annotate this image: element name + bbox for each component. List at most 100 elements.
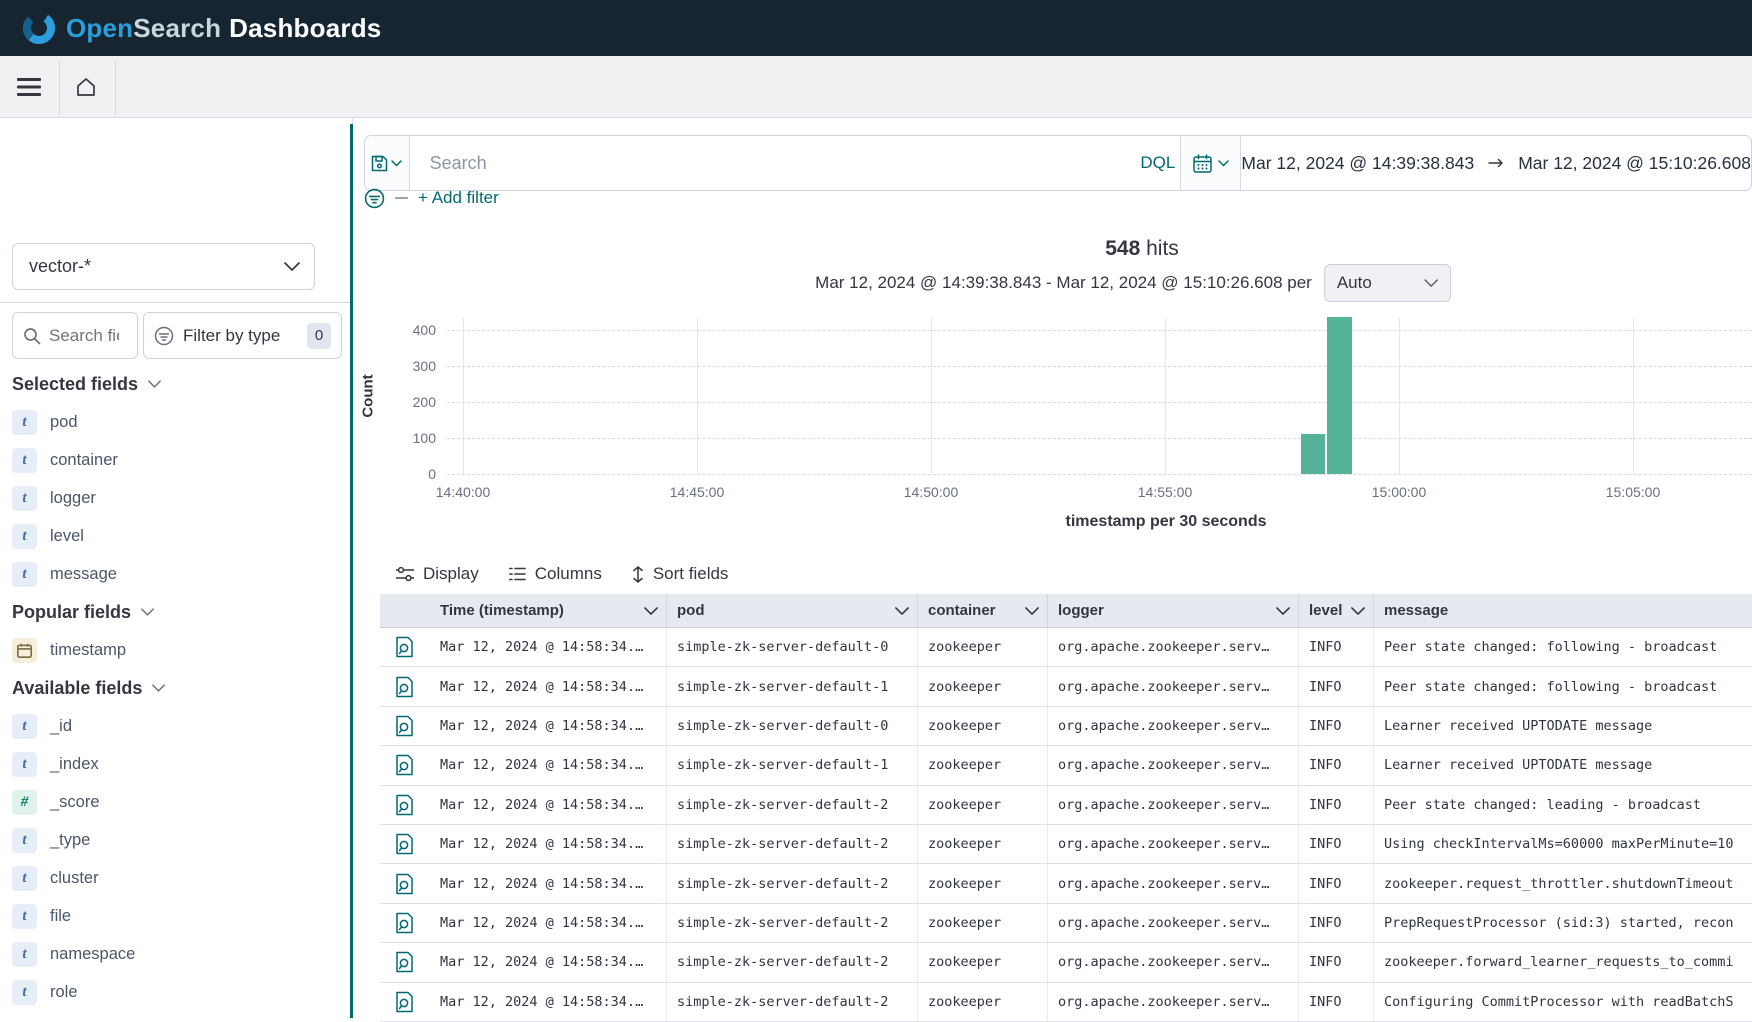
date-to[interactable]: Mar 12, 2024 @ 15:10:26.608: [1518, 153, 1751, 174]
cell-time[interactable]: Mar 12, 2024 @ 14:58:34.…: [430, 786, 667, 824]
field-item-message[interactable]: tmessage: [0, 555, 353, 593]
table-header-logger[interactable]: logger: [1048, 594, 1299, 627]
field-search[interactable]: [12, 312, 138, 359]
cell-logger[interactable]: org.apache.zookeeper.serv…: [1048, 707, 1299, 745]
expand-row-button[interactable]: [391, 988, 419, 1016]
table-header-time--timestamp-[interactable]: Time (timestamp): [430, 594, 667, 627]
cell-logger[interactable]: org.apache.zookeeper.serv…: [1048, 628, 1299, 666]
histogram-bar[interactable]: [1301, 434, 1325, 474]
cell-logger[interactable]: org.apache.zookeeper.serv…: [1048, 825, 1299, 863]
cell-message[interactable]: zookeeper.forward_learner_requests_to_co…: [1374, 943, 1752, 981]
cell-logger[interactable]: org.apache.zookeeper.serv…: [1048, 864, 1299, 902]
cell-container[interactable]: zookeeper: [918, 983, 1048, 1021]
expand-row-button[interactable]: [391, 830, 419, 858]
sort-fields-button[interactable]: Sort fields: [632, 564, 729, 584]
cell-logger[interactable]: org.apache.zookeeper.serv…: [1048, 983, 1299, 1021]
cell-message[interactable]: Peer state changed: following - broadcas…: [1374, 667, 1752, 705]
section-popular-fields[interactable]: Popular fields: [0, 593, 353, 631]
cell-level[interactable]: INFO: [1299, 983, 1374, 1021]
index-pattern-select[interactable]: vector-*: [12, 243, 315, 290]
cell-time[interactable]: Mar 12, 2024 @ 14:58:34.…: [430, 983, 667, 1021]
interval-select[interactable]: Auto: [1324, 264, 1451, 302]
field-item-file[interactable]: tfile: [0, 897, 353, 935]
cell-container[interactable]: zookeeper: [918, 943, 1048, 981]
cell-level[interactable]: INFO: [1299, 904, 1374, 942]
datepicker-button[interactable]: [1180, 136, 1241, 190]
cell-pod[interactable]: simple-zk-server-default-2: [667, 904, 918, 942]
field-search-input[interactable]: [49, 326, 119, 346]
table-header-container[interactable]: container: [918, 594, 1048, 627]
cell-time[interactable]: Mar 12, 2024 @ 14:58:34.…: [430, 864, 667, 902]
table-header-pod[interactable]: pod: [667, 594, 918, 627]
cell-container[interactable]: zookeeper: [918, 864, 1048, 902]
expand-row-button[interactable]: [391, 791, 419, 819]
field-item-_score[interactable]: #_score: [0, 783, 353, 821]
field-item-level[interactable]: tlevel: [0, 517, 353, 555]
expand-row-button[interactable]: [391, 870, 419, 898]
cell-level[interactable]: INFO: [1299, 707, 1374, 745]
cell-level[interactable]: INFO: [1299, 825, 1374, 863]
expand-row-button[interactable]: [391, 948, 419, 976]
cell-container[interactable]: zookeeper: [918, 825, 1048, 863]
date-from[interactable]: Mar 12, 2024 @ 14:39:38.843: [1241, 153, 1474, 174]
field-item-_type[interactable]: t_type: [0, 821, 353, 859]
cell-message[interactable]: Learner received UPTODATE message: [1374, 707, 1752, 745]
cell-time[interactable]: Mar 12, 2024 @ 14:58:34.…: [430, 746, 667, 784]
cell-pod[interactable]: simple-zk-server-default-2: [667, 983, 918, 1021]
cell-time[interactable]: Mar 12, 2024 @ 14:58:34.…: [430, 825, 667, 863]
field-item-timestamp[interactable]: timestamp: [0, 631, 353, 669]
cell-logger[interactable]: org.apache.zookeeper.serv…: [1048, 943, 1299, 981]
cell-message[interactable]: PrepRequestProcessor (sid:3) started, re…: [1374, 904, 1752, 942]
filter-by-type-button[interactable]: Filter by type 0: [143, 312, 342, 359]
cell-message[interactable]: Peer state changed: following - broadcas…: [1374, 628, 1752, 666]
add-filter-button[interactable]: + Add filter: [418, 188, 499, 208]
cell-level[interactable]: INFO: [1299, 864, 1374, 902]
field-item-_index[interactable]: t_index: [0, 745, 353, 783]
cell-container[interactable]: zookeeper: [918, 904, 1048, 942]
cell-message[interactable]: zookeeper.request_throttler.shutdownTime…: [1374, 864, 1752, 902]
cell-message[interactable]: Using checkIntervalMs=60000 maxPerMinute…: [1374, 825, 1752, 863]
cell-time[interactable]: Mar 12, 2024 @ 14:58:34.…: [430, 667, 667, 705]
field-item-cluster[interactable]: tcluster: [0, 859, 353, 897]
expand-row-button[interactable]: [391, 673, 419, 701]
cell-pod[interactable]: simple-zk-server-default-0: [667, 628, 918, 666]
cell-logger[interactable]: org.apache.zookeeper.serv…: [1048, 786, 1299, 824]
cell-message[interactable]: Configuring CommitProcessor with readBat…: [1374, 983, 1752, 1021]
cell-pod[interactable]: simple-zk-server-default-2: [667, 786, 918, 824]
cell-container[interactable]: zookeeper: [918, 628, 1048, 666]
cell-pod[interactable]: simple-zk-server-default-2: [667, 864, 918, 902]
field-item-role[interactable]: trole: [0, 973, 353, 1011]
field-item-logger[interactable]: tlogger: [0, 479, 353, 517]
cell-logger[interactable]: org.apache.zookeeper.serv…: [1048, 746, 1299, 784]
cell-pod[interactable]: simple-zk-server-default-1: [667, 667, 918, 705]
cell-level[interactable]: INFO: [1299, 786, 1374, 824]
search-input[interactable]: [430, 153, 1136, 174]
cell-time[interactable]: Mar 12, 2024 @ 14:58:34.…: [430, 628, 667, 666]
cell-pod[interactable]: simple-zk-server-default-1: [667, 746, 918, 784]
filter-icon[interactable]: [364, 188, 385, 209]
save-query-button[interactable]: [365, 136, 410, 190]
cell-container[interactable]: zookeeper: [918, 707, 1048, 745]
table-header-level[interactable]: level: [1299, 594, 1374, 627]
cell-logger[interactable]: org.apache.zookeeper.serv…: [1048, 904, 1299, 942]
section-available-fields[interactable]: Available fields: [0, 669, 353, 707]
histogram-bar[interactable]: [1327, 317, 1352, 474]
cell-time[interactable]: Mar 12, 2024 @ 14:58:34.…: [430, 904, 667, 942]
query-language-button[interactable]: DQL: [1136, 136, 1181, 190]
field-item-pod[interactable]: tpod: [0, 403, 353, 441]
expand-row-button[interactable]: [391, 633, 419, 661]
table-header-message[interactable]: message: [1374, 594, 1752, 627]
cell-level[interactable]: INFO: [1299, 628, 1374, 666]
menu-icon[interactable]: [14, 72, 44, 102]
cell-pod[interactable]: simple-zk-server-default-0: [667, 707, 918, 745]
expand-row-button[interactable]: [391, 909, 419, 937]
cell-time[interactable]: Mar 12, 2024 @ 14:58:34.…: [430, 943, 667, 981]
cell-level[interactable]: INFO: [1299, 746, 1374, 784]
cell-message[interactable]: Peer state changed: leading - broadcast: [1374, 786, 1752, 824]
columns-button[interactable]: Columns: [509, 564, 602, 584]
cell-level[interactable]: INFO: [1299, 667, 1374, 705]
cell-logger[interactable]: org.apache.zookeeper.serv…: [1048, 667, 1299, 705]
expand-row-button[interactable]: [391, 712, 419, 740]
field-item-namespace[interactable]: tnamespace: [0, 935, 353, 973]
date-range[interactable]: Mar 12, 2024 @ 14:39:38.843 Mar 12, 2024…: [1241, 136, 1751, 190]
